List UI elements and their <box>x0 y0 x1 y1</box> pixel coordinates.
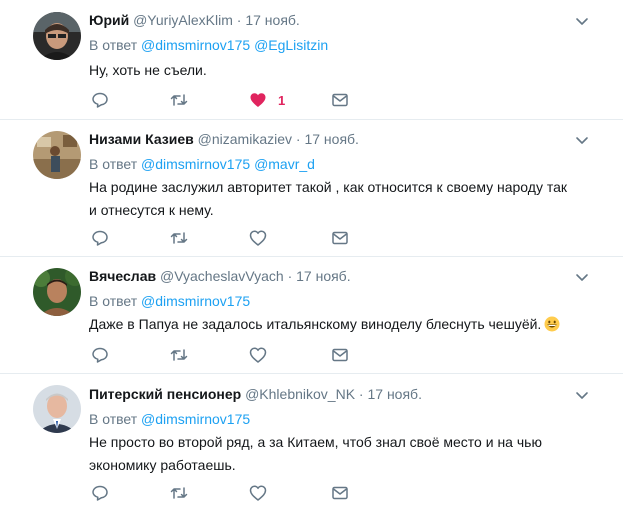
heart-icon[interactable] <box>249 229 267 247</box>
reply-context: В ответ @dimsmirnov175 @mavr_d <box>89 155 315 173</box>
heart-icon[interactable] <box>249 346 267 364</box>
reply-icon[interactable] <box>91 229 109 247</box>
user-handle[interactable]: @VyacheslavVyach <box>160 268 284 284</box>
envelope-icon[interactable] <box>331 346 349 364</box>
reply-prefix: В ответ <box>89 156 138 172</box>
chevron-down-icon[interactable] <box>574 13 590 29</box>
tweet-text: На родине заслужил авторитет такой , как… <box>89 179 567 218</box>
mention-link[interactable]: @mavr_d <box>254 156 315 172</box>
retweet-icon[interactable] <box>170 229 188 247</box>
avatar[interactable] <box>33 385 81 433</box>
envelope-icon[interactable] <box>331 484 349 502</box>
reply-icon[interactable] <box>91 484 109 502</box>
reply-context: В ответ @dimsmirnov175 <box>89 410 250 428</box>
heart-icon[interactable] <box>249 91 267 109</box>
timestamp[interactable]: 17 нояб. <box>304 131 358 147</box>
timestamp[interactable]: 17 нояб. <box>245 12 299 28</box>
avatar[interactable] <box>33 12 81 60</box>
reply-context: В ответ @dimsmirnov175 @EgLisitzin <box>89 36 328 54</box>
mention-link[interactable]: @dimsmirnov175 <box>141 37 250 53</box>
reply-icon[interactable] <box>91 91 109 109</box>
reply-icon[interactable] <box>91 346 109 364</box>
retweet-icon[interactable] <box>170 91 188 109</box>
tweet-header: Питерский пенсионер @Khlebnikov_NK · 17 … <box>89 385 422 403</box>
envelope-icon[interactable] <box>331 229 349 247</box>
tweet[interactable]: Низами Казиев @nizamikaziev · 17 нояб. В… <box>0 120 623 257</box>
timestamp[interactable]: 17 нояб. <box>296 268 350 284</box>
reply-prefix: В ответ <box>89 37 138 53</box>
tweet-text-content: Даже в Папуа не задалось итальянскому ви… <box>89 316 542 332</box>
avatar[interactable] <box>33 131 81 179</box>
tweet-text: Ну, хоть не съели. <box>89 62 207 78</box>
user-handle[interactable]: @nizamikaziev <box>198 131 292 147</box>
separator: · <box>287 268 293 284</box>
user-name[interactable]: Низами Казиев <box>89 131 194 147</box>
tweet-text: Даже в Папуа не задалось итальянскому ви… <box>89 313 589 336</box>
avatar[interactable] <box>33 268 81 316</box>
timestamp[interactable]: 17 нояб. <box>367 386 421 402</box>
reply-prefix: В ответ <box>89 293 138 309</box>
tweet[interactable]: Вячеслав @VyacheslavVyach · 17 нояб. В о… <box>0 257 623 374</box>
grinning-face-emoji-icon <box>544 316 560 332</box>
user-handle[interactable]: @YuriyAlexKlim <box>133 12 233 28</box>
envelope-icon[interactable] <box>331 91 349 109</box>
separator: · <box>236 12 242 28</box>
tweet-header: Низами Казиев @nizamikaziev · 17 нояб. <box>89 130 359 148</box>
reply-prefix: В ответ <box>89 411 138 427</box>
user-name[interactable]: Юрий <box>89 12 129 28</box>
mention-link[interactable]: @EgLisitzin <box>254 37 328 53</box>
retweet-icon[interactable] <box>170 484 188 502</box>
like-count[interactable]: 1 <box>278 92 285 110</box>
user-handle[interactable]: @Khlebnikov_NK <box>245 386 355 402</box>
retweet-icon[interactable] <box>170 346 188 364</box>
mention-link[interactable]: @dimsmirnov175 <box>141 293 250 309</box>
tweet[interactable]: Юрий @YuriyAlexKlim · 17 нояб. В ответ @… <box>0 0 623 120</box>
user-name[interactable]: Вячеслав <box>89 268 156 284</box>
tweet-header: Юрий @YuriyAlexKlim · 17 нояб. <box>89 11 300 29</box>
tweet[interactable]: Питерский пенсионер @Khlebnikov_NK · 17 … <box>0 374 623 512</box>
user-name[interactable]: Питерский пенсионер <box>89 386 241 402</box>
chevron-down-icon[interactable] <box>574 132 590 148</box>
reply-context: В ответ @dimsmirnov175 <box>89 292 250 310</box>
separator: · <box>295 131 301 147</box>
tweet-header: Вячеслав @VyacheslavVyach · 17 нояб. <box>89 267 351 285</box>
chevron-down-icon[interactable] <box>574 269 590 285</box>
mention-link[interactable]: @dimsmirnov175 <box>141 411 250 427</box>
separator: · <box>358 386 364 402</box>
tweet-text: Не просто во второй ряд, а за Китаем, чт… <box>89 434 542 473</box>
chevron-down-icon[interactable] <box>574 387 590 403</box>
mention-link[interactable]: @dimsmirnov175 <box>141 156 250 172</box>
heart-icon[interactable] <box>249 484 267 502</box>
